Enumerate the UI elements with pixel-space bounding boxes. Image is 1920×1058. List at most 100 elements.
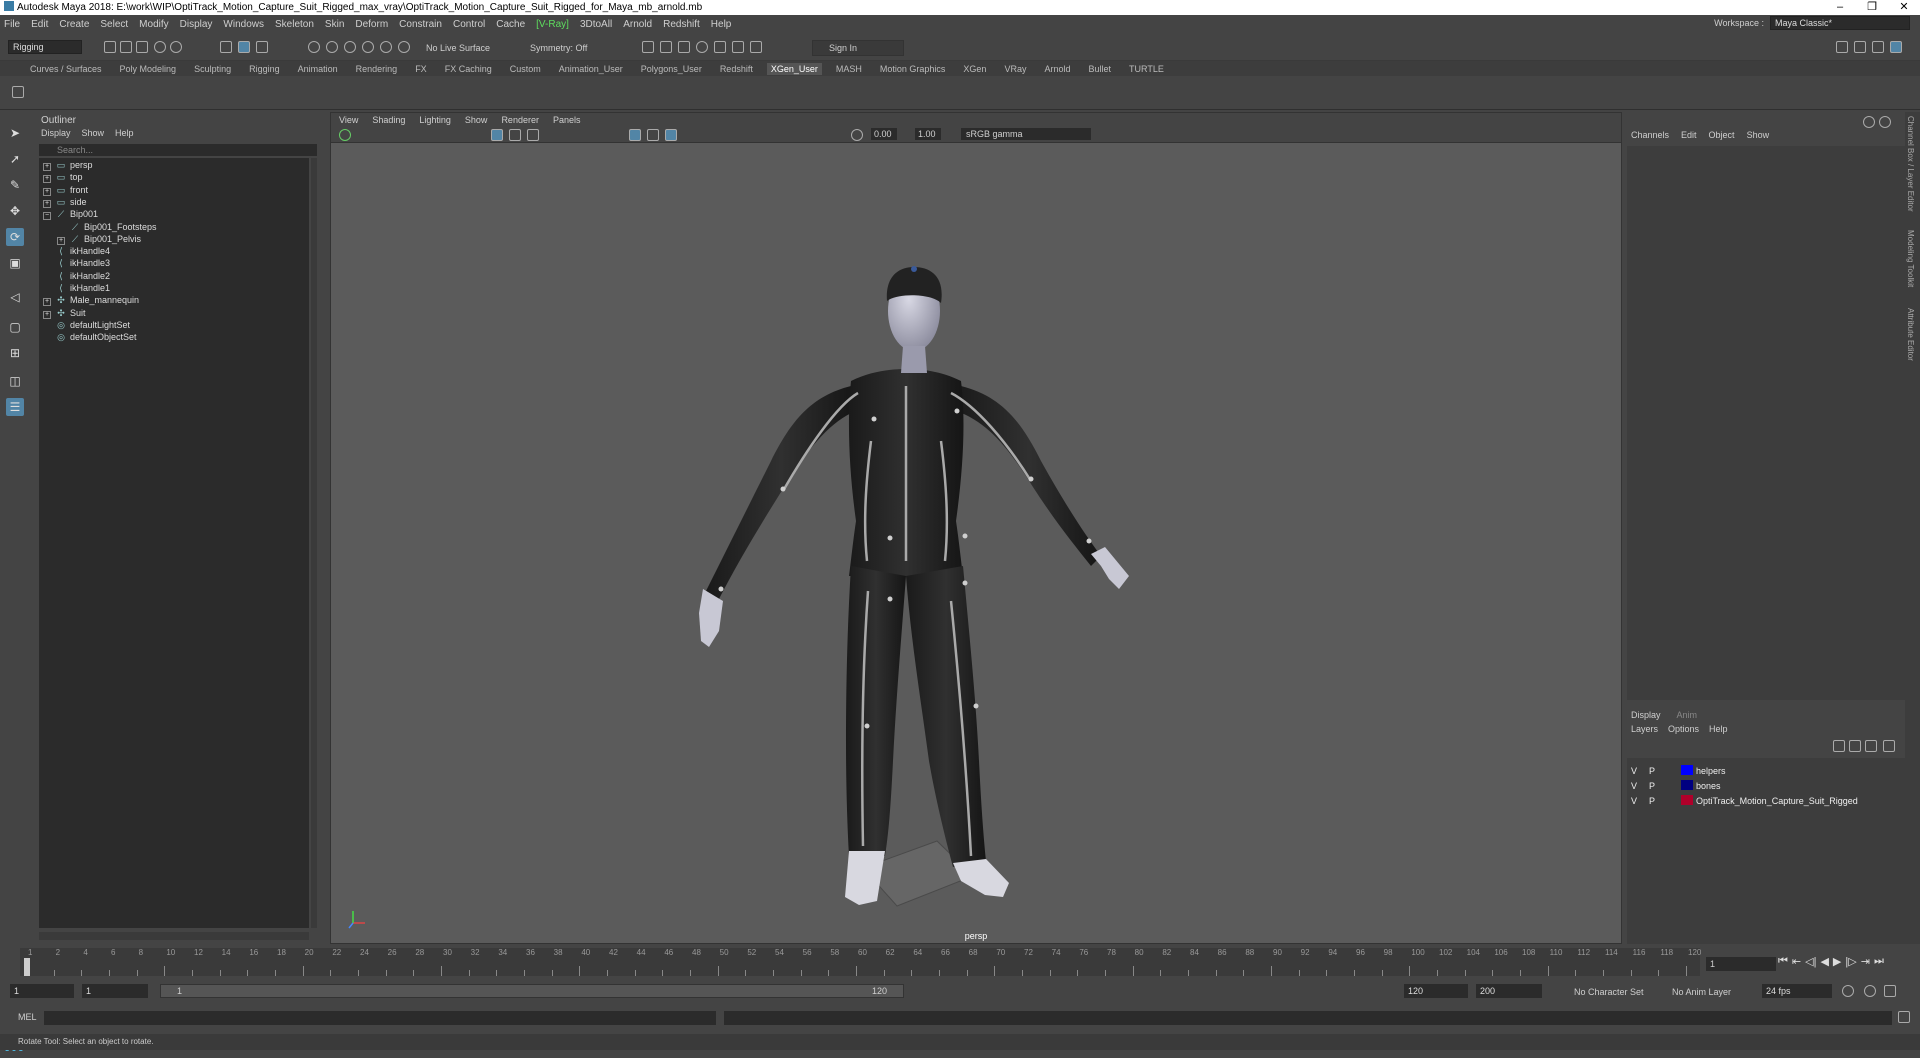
layer-color-swatch[interactable] [1681,795,1693,805]
outliner-layout-icon[interactable]: ☰ [6,398,24,416]
exposure-field[interactable]: 0.00 [871,128,897,140]
viewport-menu-item[interactable]: Lighting [419,115,451,125]
workspace-dropdown[interactable]: Maya Classic* [1770,16,1910,30]
channel-box-help-icon[interactable] [1879,116,1891,128]
select-tool-icon[interactable]: ➤ [6,124,24,142]
menu-control[interactable]: Control [453,19,485,30]
paint-select-tool-icon[interactable]: ✎ [6,176,24,194]
playback-end-field[interactable]: 120 [1404,984,1468,998]
viewport-menu-item[interactable]: Renderer [501,115,539,125]
shelf-tab[interactable]: Animation_User [559,64,623,74]
shelf-tab[interactable]: TURTLE [1129,64,1164,74]
layer-visibility-toggle[interactable]: V [1631,764,1649,778]
command-input[interactable] [44,1011,716,1025]
shelf-tab[interactable]: MASH [836,64,862,74]
time-slider[interactable]: 1 2 4 6 8 10 12 14 16 18 20 22 24 26 28 30 32 34 36 38 40 42 4… [0,948,1920,976]
menu-modify[interactable]: Modify [139,19,168,30]
toggle-attribute-editor-icon[interactable] [1854,41,1866,53]
snap-point-icon[interactable] [344,41,356,53]
shelf-tab[interactable]: Rendering [356,64,398,74]
outliner-vertical-scrollbar[interactable] [311,158,317,928]
shelf-tab[interactable]: FX [415,64,427,74]
shelf-tab[interactable]: Animation [298,64,338,74]
playback-range-bar[interactable]: 1 120 [160,984,904,998]
render-current-icon[interactable] [642,41,654,53]
persp-outliner-icon[interactable]: ◫ [6,372,24,390]
expand-toggle-icon[interactable]: − [43,212,51,221]
shelf-tab[interactable]: Sculpting [194,64,231,74]
layer-visibility-toggle[interactable]: V [1631,779,1649,793]
shelf-tab[interactable]: Redshift [720,64,753,74]
move-tool-icon[interactable]: ✥ [6,202,24,220]
side-tab[interactable]: Modeling Toolkit [1906,230,1915,287]
menu-deform[interactable]: Deform [355,19,388,30]
menu-skin[interactable]: Skin [325,19,344,30]
last-tool-icon[interactable]: ◁ [6,288,24,306]
animation-end-field[interactable]: 200 [1476,984,1542,998]
shelf-tab[interactable]: Custom [510,64,541,74]
shelf-tab[interactable]: XGen [963,64,986,74]
layer-row[interactable]: V Pbones [1631,779,1721,793]
shelf-tab[interactable]: Poly Modeling [120,64,177,74]
viewport-menu-item[interactable]: Shading [372,115,405,125]
menu-3dtoall[interactable]: 3DtoAll [580,19,612,30]
current-frame-field[interactable]: 1 [1706,957,1776,971]
shelf-tab[interactable]: Bullet [1088,64,1111,74]
menu-file[interactable]: File [4,19,20,30]
script-editor-icon[interactable] [1898,1011,1910,1023]
sign-in-button[interactable]: Sign In [812,40,904,56]
close-button[interactable]: ✕ [1888,0,1920,15]
select-hierarchy-icon[interactable] [220,41,232,53]
anim-layer-dropdown[interactable]: No Anim Layer [1672,987,1731,997]
step-forward-key-icon[interactable]: ⇥ [1861,955,1870,968]
layer-playback-toggle[interactable]: P [1649,764,1667,778]
move-layer-down-icon[interactable] [1849,740,1861,752]
character-model[interactable] [331,143,1621,933]
color-space-dropdown[interactable]: sRGB gamma [961,128,1091,140]
step-forward-frame-icon[interactable]: |▷ [1845,955,1856,968]
ipr-render-icon[interactable] [678,41,690,53]
playback-start-field[interactable]: 1 [82,984,148,998]
menu-help[interactable]: Help [711,19,732,30]
menu-set-dropdown[interactable]: Rigging [8,40,82,54]
menu-edit[interactable]: Edit [31,19,48,30]
outliner-menu-item[interactable]: Help [115,128,134,138]
go-to-end-icon[interactable]: ⏭ [1874,955,1884,968]
menu-create[interactable]: Create [59,19,89,30]
menu-select[interactable]: Select [100,19,128,30]
layer-row[interactable]: V P OptiTrack_Motion_Capture_Suit_Rigged [1631,794,1858,808]
four-view-icon[interactable]: ⊞ [6,344,24,362]
animation-preferences-icon[interactable] [1884,985,1896,997]
toggle-modeling-toolkit-icon[interactable] [1836,41,1848,53]
lasso-tool-icon[interactable]: ➚ [6,150,24,168]
live-surface-label[interactable]: No Live Surface [426,43,490,53]
restore-button[interactable]: ❐ [1856,0,1888,15]
layer-playback-toggle[interactable]: P [1649,779,1667,793]
ambient-occlusion-icon[interactable] [647,129,659,141]
render-sequence-icon[interactable] [660,41,672,53]
shelf-tab[interactable]: Arnold [1044,64,1070,74]
menu-vray[interactable]: [V-Ray] [536,19,569,30]
go-to-start-icon[interactable]: ⏮ [1778,955,1788,968]
layer-playback-toggle[interactable]: P [1649,794,1667,808]
menu-windows[interactable]: Windows [223,19,264,30]
camera-attributes-icon[interactable] [339,129,351,141]
select-component-icon[interactable] [256,41,268,53]
snap-grid-icon[interactable] [308,41,320,53]
layer-color-swatch[interactable] [1681,780,1693,790]
channel-box-menu-item[interactable]: Object [1709,130,1735,140]
gamma-field[interactable]: 1.00 [915,128,941,140]
channel-box-settings-icon[interactable] [1863,116,1875,128]
menu-cache[interactable]: Cache [496,19,525,30]
menu-arnold[interactable]: Arnold [623,19,652,30]
snap-surface-icon[interactable] [380,41,392,53]
layer-color-swatch[interactable] [1681,765,1693,775]
shelf-tab[interactable]: VRay [1004,64,1026,74]
render-settings-icon[interactable] [696,41,708,53]
wireframe-icon[interactable] [491,129,503,141]
playhead[interactable] [24,958,30,976]
menu-constrain[interactable]: Constrain [399,19,442,30]
layer-editor-menu-item[interactable]: Options [1668,724,1699,734]
shelf-tab[interactable]: Curves / Surfaces [30,64,102,74]
step-back-frame-icon[interactable]: ◁| [1805,955,1816,968]
